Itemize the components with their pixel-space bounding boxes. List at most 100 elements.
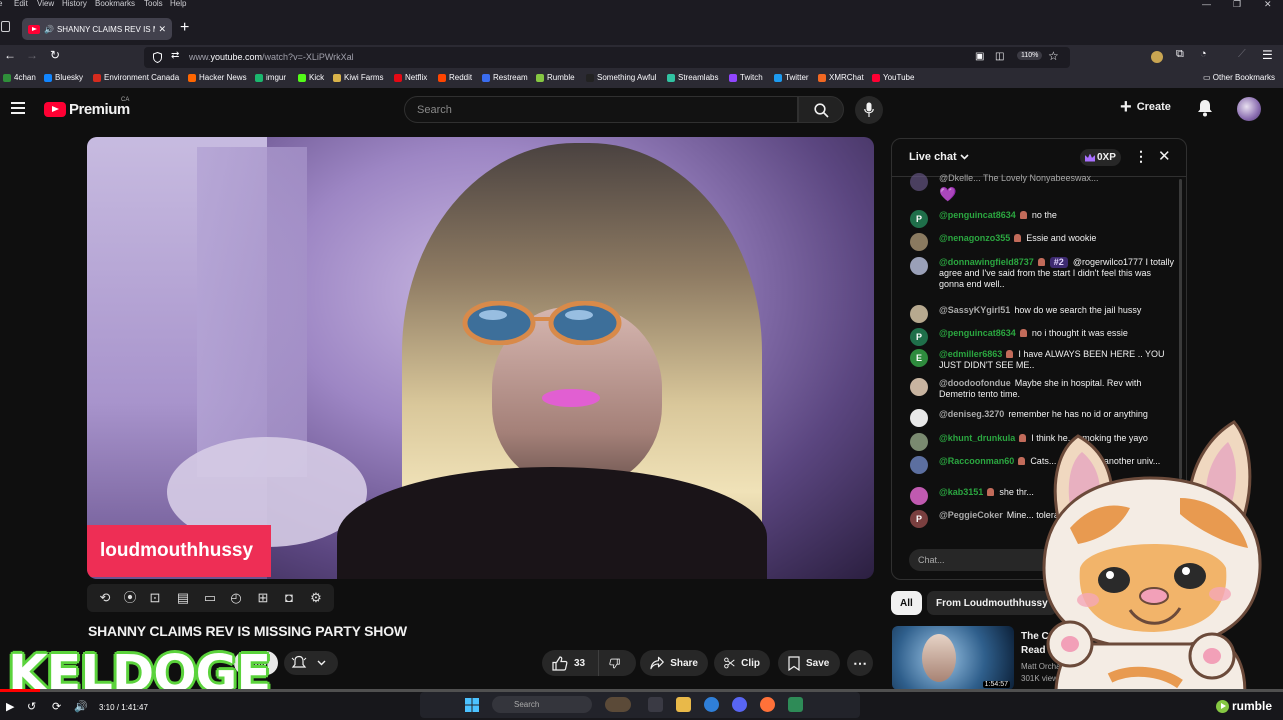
- chat-username[interactable]: @khunt_drunkula: [939, 433, 1015, 443]
- bookmark-item[interactable]: imgur: [255, 73, 286, 82]
- other-bookmarks-folder[interactable]: ▭ Other Bookmarks: [1203, 73, 1275, 82]
- bookmark-item[interactable]: Rumble: [536, 73, 575, 82]
- menu-edit[interactable]: Edit: [14, 0, 28, 8]
- chat-avatar[interactable]: P: [910, 328, 928, 346]
- chat-avatar[interactable]: [910, 487, 928, 505]
- bookmark-item[interactable]: Reddit: [438, 73, 472, 82]
- chat-avatar[interactable]: [910, 409, 928, 427]
- like-button[interactable]: 33: [542, 650, 598, 676]
- speaker-icon[interactable]: 🔊: [44, 25, 54, 34]
- bookmark-item[interactable]: XMRChat: [818, 73, 864, 82]
- url-bar[interactable]: ⇄ www.youtube.com/watch?v=-XLiPWrkXal ▣ …: [144, 47, 1070, 68]
- close-chat-icon[interactable]: ✕: [1158, 147, 1171, 165]
- chat-avatar[interactable]: E: [910, 349, 928, 367]
- clip-button[interactable]: Clip: [714, 650, 770, 676]
- menu-view[interactable]: View: [37, 0, 54, 8]
- taskbar-explorer-icon[interactable]: [676, 697, 691, 712]
- chat-username[interactable]: @Raccoonman60: [939, 456, 1014, 466]
- chat-avatar[interactable]: [910, 233, 928, 251]
- chat-username[interactable]: @penguincat8634: [939, 328, 1016, 338]
- loop-icon[interactable]: ⟳: [52, 700, 61, 713]
- share-button[interactable]: Share: [640, 650, 708, 676]
- bookmark-item[interactable]: Bluesky: [44, 73, 83, 82]
- dislike-button[interactable]: [598, 650, 636, 676]
- chat-avatar[interactable]: P: [910, 210, 928, 228]
- taskbar-widget-icon[interactable]: [605, 697, 631, 712]
- speed-gauge-icon[interactable]: ◴: [228, 590, 244, 606]
- menu-help[interactable]: Help: [170, 0, 186, 8]
- menu-file[interactable]: e: [0, 0, 2, 8]
- bookmark-item[interactable]: Something Awful: [586, 73, 656, 82]
- chat-avatar[interactable]: [910, 378, 928, 396]
- shield-icon[interactable]: [153, 52, 162, 63]
- chat-avatar[interactable]: P: [910, 510, 928, 528]
- bookmark-item[interactable]: Netflix: [394, 73, 427, 82]
- menu-history[interactable]: History: [62, 0, 87, 8]
- pip-icon[interactable]: ◫: [995, 51, 1004, 62]
- reader-view-icon[interactable]: ▣: [975, 51, 984, 62]
- add-to-queue-icon[interactable]: ⊞: [255, 590, 271, 606]
- bookmark-item[interactable]: Twitter: [774, 73, 809, 82]
- search-button[interactable]: [798, 96, 844, 123]
- notifications-bell-icon[interactable]: [1197, 99, 1213, 117]
- windows-start-icon[interactable]: [465, 698, 479, 712]
- bookmark-item[interactable]: Restream: [482, 73, 528, 82]
- subscription-bell-button[interactable]: [284, 651, 338, 675]
- reload-icon[interactable]: ↻: [50, 48, 60, 62]
- chat-username[interactable]: @SassyKYgirl51: [939, 305, 1010, 315]
- chat-avatar[interactable]: [910, 257, 928, 275]
- save-button[interactable]: Save: [778, 650, 840, 676]
- bookmark-item[interactable]: Hacker News: [188, 73, 247, 82]
- chat-username[interactable]: @deniseg.3270: [939, 409, 1004, 419]
- clapper-icon[interactable]: ▤: [175, 590, 191, 606]
- permissions-icon[interactable]: ⇄: [171, 50, 179, 61]
- extensions-puzzle-icon[interactable]: ⧉: [1176, 48, 1184, 61]
- create-button[interactable]: + Create: [1120, 97, 1171, 117]
- search-input[interactable]: Search: [404, 96, 798, 123]
- video-player[interactable]: loudmouthhussy: [87, 137, 874, 579]
- tab-list-icon[interactable]: [1, 21, 10, 32]
- broadcast-icon[interactable]: ⦿: [122, 590, 138, 606]
- bookmark-item[interactable]: Kick: [298, 73, 324, 82]
- tab-youtube[interactable]: 🔊 SHANNY CLAIMS REV IS MISSING ✕: [22, 18, 172, 40]
- bookmark-item[interactable]: Twitch: [729, 73, 763, 82]
- volume-icon[interactable]: 🔊: [74, 700, 88, 713]
- url-text[interactable]: www.youtube.com/watch?v=-XLiPWrkXal: [189, 52, 354, 62]
- live-chat-title[interactable]: Live chat: [909, 151, 969, 163]
- chat-username[interactable]: @donnawingfield8737: [939, 257, 1034, 267]
- minimize-icon[interactable]: —: [1202, 0, 1211, 9]
- settings-gear-icon[interactable]: ⚙: [308, 590, 324, 606]
- chat-username[interactable]: @penguincat8634: [939, 210, 1016, 220]
- chat-username[interactable]: @PeggieCoker: [939, 510, 1003, 520]
- back-icon[interactable]: ←: [4, 48, 16, 62]
- aspect-ratio-icon[interactable]: ▭: [202, 590, 218, 606]
- addon-icon[interactable]: ⟋: [1238, 48, 1246, 61]
- chat-username[interactable]: @doodoofondue: [939, 378, 1011, 388]
- voice-search-button[interactable]: [855, 96, 883, 124]
- bookmark-item[interactable]: 4chan: [3, 73, 36, 82]
- menu-bookmarks[interactable]: Bookmarks: [95, 0, 135, 8]
- chat-menu-icon[interactable]: ⋮: [1134, 148, 1148, 165]
- taskbar-taskview-icon[interactable]: [648, 697, 663, 712]
- forward-icon[interactable]: →: [26, 48, 38, 62]
- watch-later-icon[interactable]: ⊡: [147, 590, 163, 606]
- zoom-level[interactable]: 110%: [1017, 51, 1043, 60]
- chat-username[interactable]: @nenagonzo355: [939, 233, 1010, 243]
- sync-icon[interactable]: ◔: [1200, 48, 1207, 60]
- recommended-video-thumbnail[interactable]: 1:54:57: [892, 626, 1014, 690]
- taskbar-discord-icon[interactable]: [732, 697, 747, 712]
- bookmark-item[interactable]: Kiwi Farms: [333, 73, 384, 82]
- taskbar-edge-icon[interactable]: [704, 697, 719, 712]
- loop-icon[interactable]: ⟲: [97, 590, 113, 606]
- bookmark-item[interactable]: Streamlabs: [667, 73, 718, 82]
- taskbar-firefox-icon[interactable]: [760, 697, 775, 712]
- menu-tools[interactable]: Tools: [144, 0, 163, 8]
- taskbar-app-icon[interactable]: [788, 697, 803, 712]
- youtube-logo[interactable]: Premium: [44, 101, 130, 118]
- extension-icon[interactable]: [1151, 51, 1163, 63]
- close-tab-icon[interactable]: ✕: [158, 24, 166, 35]
- account-avatar[interactable]: [1237, 97, 1261, 121]
- taskbar-search[interactable]: Search: [492, 696, 592, 713]
- hamburger-menu-icon[interactable]: [11, 102, 25, 114]
- chat-avatar[interactable]: [910, 305, 928, 323]
